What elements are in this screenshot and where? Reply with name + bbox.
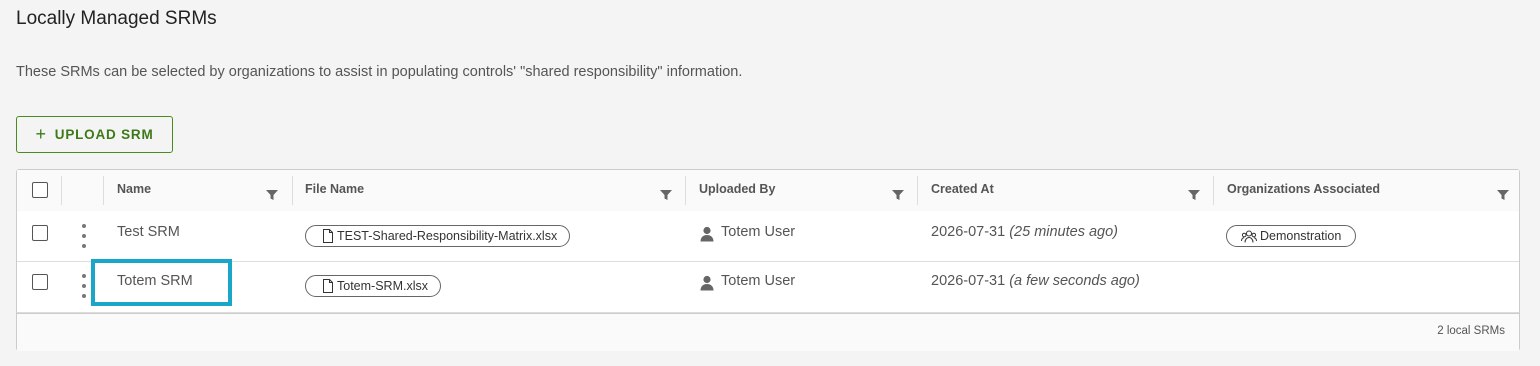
filter-icon[interactable] — [1496, 188, 1510, 202]
kebab-icon[interactable] — [80, 274, 88, 298]
table-row: Totem SRM Totem-SRM.xlsx Totem User 2026… — [17, 262, 1519, 313]
select-all-checkbox[interactable] — [32, 182, 48, 198]
filter-icon[interactable] — [265, 188, 279, 202]
column-separator — [103, 176, 104, 205]
table-row: Test SRM TEST-Shared-Responsibility-Matr… — [17, 211, 1519, 262]
created-date: 2026-07-31 — [931, 273, 1006, 289]
row-checkbox[interactable] — [32, 274, 48, 290]
group-icon — [1241, 230, 1257, 243]
kebab-icon[interactable] — [80, 224, 88, 248]
column-separator — [61, 176, 62, 205]
srm-table: Name File Name Uploaded By Created At Or… — [16, 169, 1520, 351]
organization-name: Demonstration — [1260, 229, 1342, 243]
file-icon — [323, 229, 333, 243]
column-separator — [292, 176, 293, 205]
column-separator — [1213, 176, 1214, 205]
uploaded-by: Totem User — [721, 273, 796, 289]
file-name: Totem-SRM.xlsx — [337, 279, 428, 293]
created-relative: (25 minutes ago) — [1009, 224, 1119, 240]
filter-icon[interactable] — [659, 188, 673, 202]
created-at: 2026-07-31 (25 minutes ago) — [931, 224, 1118, 240]
filter-icon[interactable] — [891, 188, 905, 202]
column-header-file-name[interactable]: File Name — [305, 182, 364, 196]
upload-srm-label: UPLOAD SRM — [54, 127, 154, 142]
file-chip[interactable]: TEST-Shared-Responsibility-Matrix.xlsx — [305, 225, 571, 247]
table-footer: 2 local SRMs — [17, 313, 1519, 351]
file-chip[interactable]: Totem-SRM.xlsx — [305, 275, 441, 297]
highlight-box — [91, 259, 232, 306]
created-date: 2026-07-31 — [931, 224, 1006, 240]
page-description: These SRMs can be selected by organizati… — [16, 64, 743, 80]
filter-icon[interactable] — [1187, 188, 1201, 202]
plus-icon: + — [35, 123, 47, 144]
user-icon — [700, 226, 714, 242]
page-title: Locally Managed SRMs — [16, 8, 217, 29]
column-header-created-at[interactable]: Created At — [931, 182, 994, 196]
srm-name: Test SRM — [117, 224, 180, 240]
organization-chip[interactable]: Demonstration — [1226, 225, 1357, 247]
uploaded-by: Totem User — [721, 224, 796, 240]
user-icon — [700, 275, 714, 291]
file-icon — [323, 279, 333, 293]
row-checkbox[interactable] — [32, 225, 48, 241]
upload-srm-button[interactable]: + UPLOAD SRM — [16, 116, 173, 153]
column-separator — [917, 176, 918, 205]
table-header: Name File Name Uploaded By Created At Or… — [17, 170, 1519, 212]
column-separator — [685, 176, 686, 205]
created-relative: (a few seconds ago) — [1009, 273, 1140, 289]
column-header-organizations[interactable]: Organizations Associated — [1227, 182, 1380, 196]
column-header-name[interactable]: Name — [117, 182, 151, 196]
file-name: TEST-Shared-Responsibility-Matrix.xlsx — [337, 229, 558, 243]
row-count: 2 local SRMs — [1437, 325, 1505, 337]
column-header-uploaded-by[interactable]: Uploaded By — [699, 182, 775, 196]
created-at: 2026-07-31 (a few seconds ago) — [931, 273, 1140, 289]
